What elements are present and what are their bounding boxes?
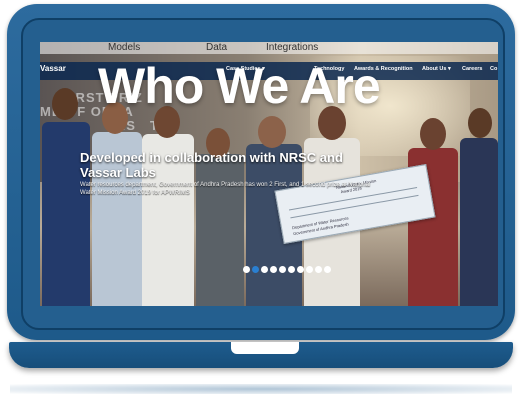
person-figure <box>460 138 498 306</box>
carousel-dot[interactable] <box>306 266 313 273</box>
laptop-shadow <box>10 384 512 394</box>
carousel-dot[interactable] <box>261 266 268 273</box>
top-link[interactable]: Data <box>206 42 227 53</box>
carousel-dot[interactable] <box>297 266 304 273</box>
top-link[interactable]: Integrations <box>266 42 318 53</box>
laptop-base <box>9 342 513 368</box>
carousel-dot[interactable] <box>252 266 259 273</box>
person-head <box>258 116 286 148</box>
carousel-dot[interactable] <box>270 266 277 273</box>
carousel-dot[interactable] <box>324 266 331 273</box>
carousel-dot[interactable] <box>279 266 286 273</box>
slide-description: Water resources department, Government o… <box>80 182 371 196</box>
person-head <box>468 108 492 138</box>
nav-careers[interactable]: Careers <box>462 66 483 72</box>
nav-contact[interactable]: Co <box>490 66 497 72</box>
site-logo[interactable]: Vassar <box>40 64 66 73</box>
nav-about-us[interactable]: About Us ▾ <box>422 66 451 72</box>
carousel-dot[interactable] <box>315 266 322 273</box>
slide-title: Developed in collaboration with NRSC and… <box>80 150 343 180</box>
website-screenshot: FIRST PRIZ ME OF ORGA VIS TE National Wa… <box>40 42 498 306</box>
person-head <box>52 88 78 120</box>
site-top-bar: Models Data Integrations <box>40 42 498 54</box>
person-head <box>420 118 446 150</box>
carousel-dot[interactable] <box>243 266 250 273</box>
carousel-dots <box>243 266 331 273</box>
hero-title: Who We Are <box>98 58 381 114</box>
top-link[interactable]: Models <box>108 42 140 53</box>
laptop-notch <box>231 342 299 354</box>
carousel-dot[interactable] <box>288 266 295 273</box>
